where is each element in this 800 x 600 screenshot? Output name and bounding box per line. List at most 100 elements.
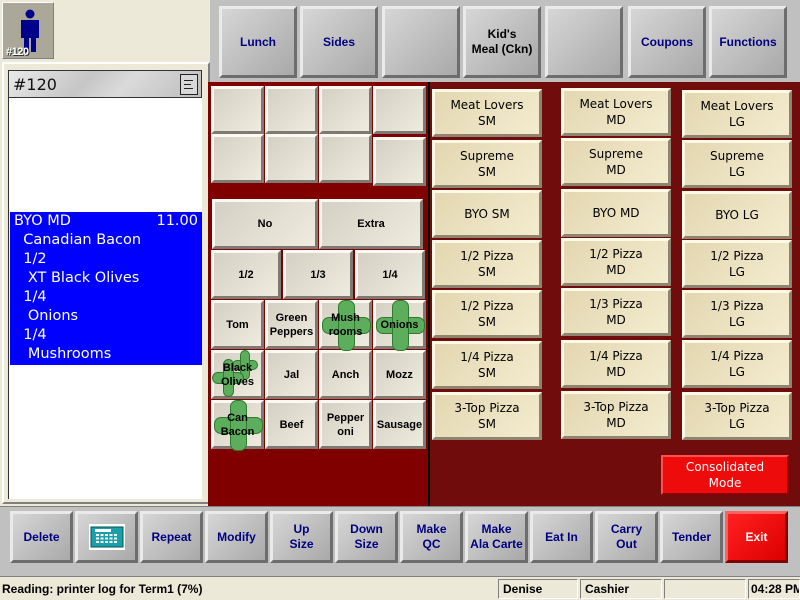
topping-button-mush-rooms[interactable]: Mush rooms	[319, 300, 372, 351]
button-label: Repeat	[151, 529, 192, 544]
consolidated-mode-button[interactable]: Consolidated Mode	[661, 455, 789, 495]
item-name: BYO MD	[14, 213, 71, 229]
pizza-button-supreme-md[interactable]: Supreme MD	[561, 138, 671, 186]
blank-modifier-button[interactable]	[265, 86, 318, 134]
button-label: Carry Out	[610, 522, 643, 551]
button-label: Sausage	[376, 418, 423, 431]
button-label: Tom	[226, 318, 249, 331]
blank-modifier-button[interactable]	[373, 137, 426, 186]
modify-button[interactable]: Modify	[205, 511, 268, 563]
down-size-button[interactable]: Down Size	[335, 511, 398, 563]
extra-button[interactable]: Extra	[319, 199, 423, 249]
pizza-button-1-2-pizza-md[interactable]: 1/2 Pizza MD	[561, 238, 671, 286]
pizza-button-meat-lovers-md[interactable]: Meat Lovers MD	[561, 88, 671, 136]
make-ala-carte-button[interactable]: Make Ala Carte	[465, 511, 528, 563]
category-button-coupons[interactable]: Coupons	[628, 6, 706, 78]
check-number: #120	[13, 75, 57, 94]
blank-modifier-button[interactable]	[373, 86, 426, 134]
pizza-button-1-2-pizza-sm[interactable]: 1/2 Pizza SM	[432, 290, 542, 338]
category-button-blank[interactable]	[545, 6, 623, 78]
button-label: Kid's Meal (Ckn)	[471, 27, 533, 56]
make-qc-button[interactable]: Make QC	[400, 511, 463, 563]
order-modifier-line: Mushrooms	[14, 346, 112, 362]
topping-button-mozz[interactable]: Mozz	[373, 350, 426, 399]
blank-modifier-button[interactable]	[319, 86, 372, 134]
pizza-button-byo-sm[interactable]: BYO SM	[432, 190, 542, 238]
button-label: Make QC	[416, 522, 447, 551]
order-modifier-line: 1/2	[14, 251, 47, 267]
pizza-button-1-3-pizza-md[interactable]: 1/3 Pizza MD	[561, 288, 671, 336]
order-item-selected[interactable]: BYO MD 11.00 Canadian Bacon 1/2 XT Black…	[10, 212, 202, 365]
category-button-blank[interactable]	[382, 6, 460, 78]
order-modifier-line: 1/4	[14, 327, 47, 343]
button-label: No	[257, 218, 273, 230]
exit-button[interactable]: Exit	[725, 511, 788, 563]
button-label: 1/2	[238, 268, 254, 281]
portion-button-1-2[interactable]: 1/2	[211, 250, 281, 299]
blank-modifier-button[interactable]	[265, 134, 318, 183]
pizza-button-1-4-pizza-sm[interactable]: 1/4 Pizza SM	[432, 341, 542, 389]
keypad-button[interactable]	[75, 511, 138, 563]
pizza-button-3-top-pizza-sm[interactable]: 3-Top Pizza SM	[432, 392, 542, 440]
button-label: Up Size	[289, 522, 314, 551]
pizza-button-1-2-pizza-lg[interactable]: 1/2 Pizza LG	[682, 240, 792, 288]
button-label: Mush rooms	[328, 311, 363, 338]
button-label: 1/4	[382, 268, 398, 281]
blank-modifier-button[interactable]	[211, 134, 264, 183]
topping-button-pepper-oni[interactable]: Pepper oni	[319, 400, 372, 449]
user-tile[interactable]: #120	[2, 2, 54, 59]
pizza-button-meat-lovers-lg[interactable]: Meat Lovers LG	[682, 90, 792, 138]
topping-button-green-peppers[interactable]: Green Peppers	[265, 300, 318, 349]
eat-in-button[interactable]: Eat In	[530, 511, 593, 563]
button-label: Tender	[671, 529, 712, 544]
item-price: 11.00	[156, 213, 198, 229]
pizza-button-1-3-pizza-lg[interactable]: 1/3 Pizza LG	[682, 290, 792, 338]
button-label: Make Ala Carte	[470, 522, 523, 551]
button-label: Jal	[283, 368, 300, 381]
pizza-button-supreme-lg[interactable]: Supreme LG	[682, 140, 792, 188]
check-header[interactable]: #120	[8, 70, 202, 98]
button-label: Can Bacon	[220, 411, 255, 438]
pizza-button-1-2-pizza-sm[interactable]: 1/2 Pizza SM	[432, 240, 542, 288]
pizza-button-1-4-pizza-lg[interactable]: 1/4 Pizza LG	[682, 340, 792, 388]
button-label: Black Olives	[220, 361, 255, 388]
up-size-button[interactable]: Up Size	[270, 511, 333, 563]
carry-out-button[interactable]: Carry Out	[595, 511, 658, 563]
topping-button-jal[interactable]: Jal	[265, 350, 318, 399]
button-label: Extra	[357, 218, 385, 230]
topping-button-black-olives[interactable]: Black Olives	[211, 350, 264, 399]
ticket-icon[interactable]	[180, 74, 198, 95]
category-button-functions[interactable]: Functions	[709, 6, 787, 78]
button-label: Mozz	[386, 368, 413, 381]
topping-button-sausage[interactable]: Sausage	[373, 400, 426, 449]
topping-button-anch[interactable]: Anch	[319, 350, 372, 399]
topping-button-tom[interactable]: Tom	[211, 300, 264, 349]
topping-button-onions[interactable]: Onions	[373, 300, 426, 351]
portion-button-1-4[interactable]: 1/4	[355, 250, 425, 299]
button-label: Sides	[322, 34, 355, 49]
category-button-lunch[interactable]: Lunch	[219, 6, 297, 78]
topping-button-can-bacon[interactable]: Can Bacon	[211, 400, 264, 451]
pizza-button-1-4-pizza-md[interactable]: 1/4 Pizza MD	[561, 340, 671, 388]
category-button-sides[interactable]: Sides	[300, 6, 378, 78]
blank-modifier-button[interactable]	[319, 134, 372, 183]
delete-button[interactable]: Delete	[10, 511, 73, 563]
pizza-button-meat-lovers-sm[interactable]: Meat Lovers SM	[432, 89, 542, 137]
blank-modifier-button[interactable]	[211, 86, 264, 134]
pizza-button-byo-lg[interactable]: BYO LG	[682, 191, 792, 239]
portion-button-1-3[interactable]: 1/3	[283, 250, 353, 299]
pizza-button-byo-md[interactable]: BYO MD	[561, 189, 671, 237]
category-button-kid-s-meal-ckn[interactable]: Kid's Meal (Ckn)	[463, 6, 541, 78]
repeat-button[interactable]: Repeat	[140, 511, 203, 563]
topping-button-beef[interactable]: Beef	[265, 400, 318, 449]
tender-button[interactable]: Tender	[660, 511, 723, 563]
button-label: Down Size	[350, 522, 383, 551]
order-modifier-line: XT Black Olives	[14, 270, 140, 286]
button-label: Onions	[380, 318, 419, 331]
no-button[interactable]: No	[212, 199, 318, 249]
order-list[interactable]: BYO MD 11.00 Canadian Bacon 1/2 XT Black…	[8, 98, 202, 499]
pizza-button-3-top-pizza-lg[interactable]: 3-Top Pizza LG	[682, 392, 792, 440]
order-modifier-line: Canadian Bacon	[14, 232, 142, 248]
pizza-button-3-top-pizza-md[interactable]: 3-Top Pizza MD	[561, 391, 671, 439]
pizza-button-supreme-sm[interactable]: Supreme SM	[432, 140, 542, 188]
